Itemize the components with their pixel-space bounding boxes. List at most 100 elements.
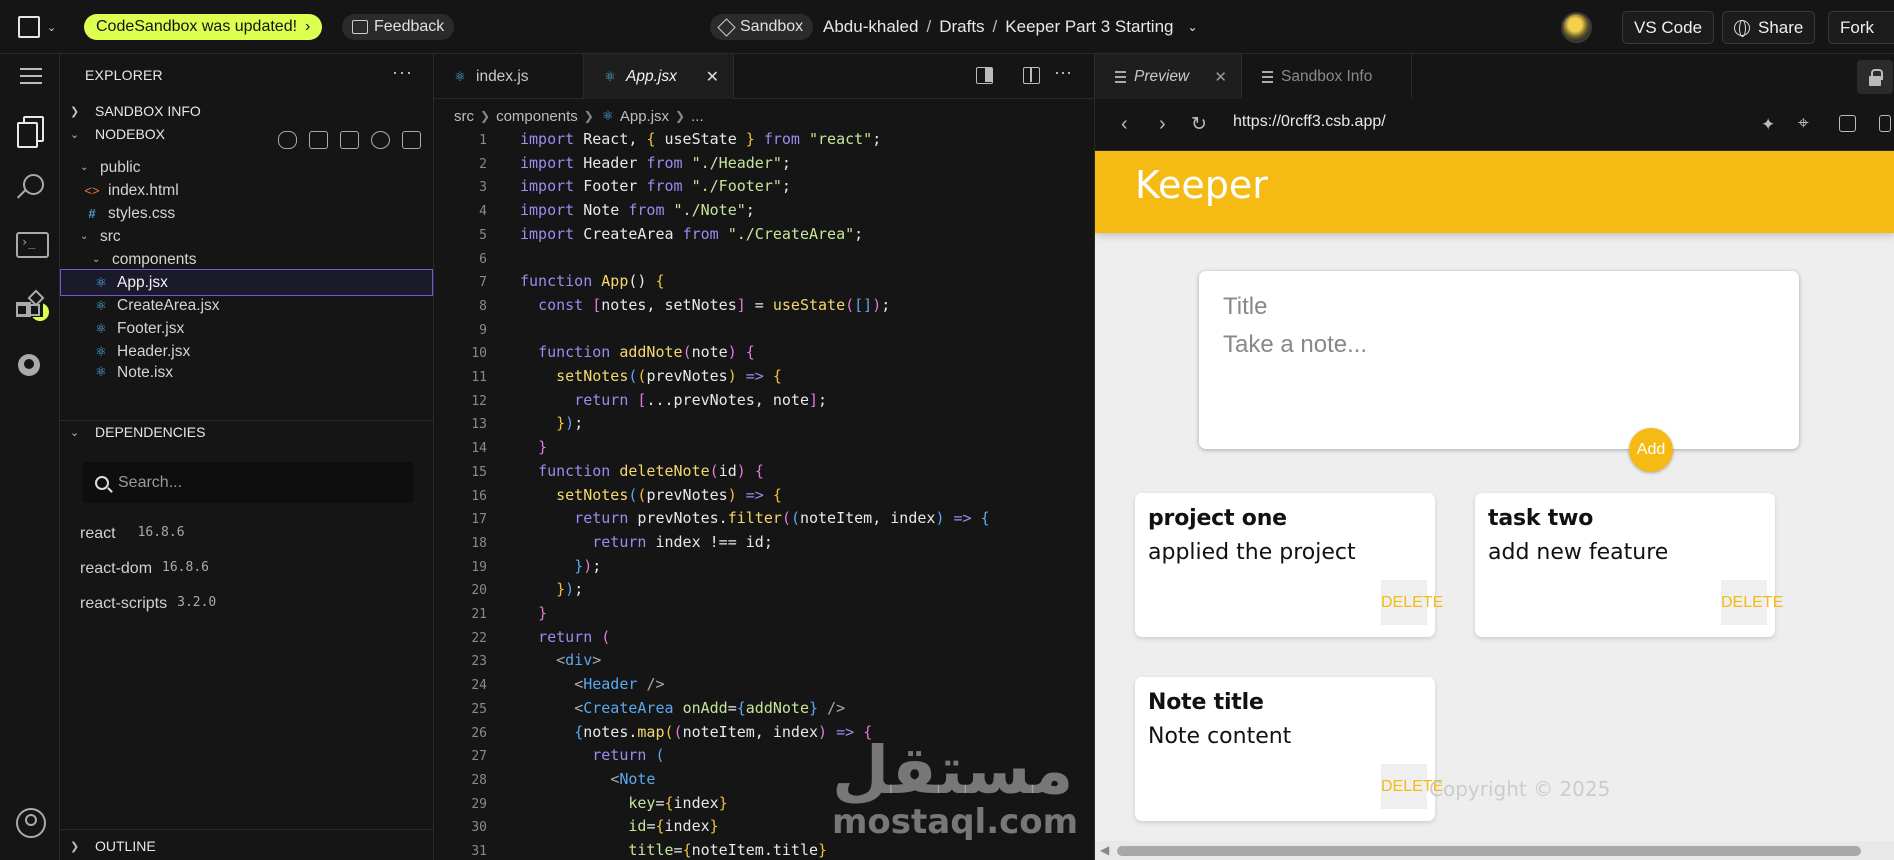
code-line: 6 xyxy=(434,249,1094,273)
line-number: 30 xyxy=(471,820,487,836)
terminal-icon[interactable] xyxy=(14,230,49,262)
line-number: 8 xyxy=(479,298,487,314)
note-title-input[interactable]: Title xyxy=(1223,293,1267,321)
breadcrumb-segment[interactable]: src xyxy=(454,108,474,125)
tab-sandbox-info[interactable]: Sandbox Info xyxy=(1242,54,1412,99)
sandbox-info-section[interactable]: ❯ SANDBOX INFO xyxy=(70,100,201,122)
feedback-button[interactable]: Feedback xyxy=(342,14,455,40)
breadcrumb-folder[interactable]: Drafts xyxy=(939,17,984,37)
dependency-item[interactable]: react-scripts 3.2.0 xyxy=(80,595,216,613)
forward-icon[interactable]: › xyxy=(1159,113,1166,136)
code-line: 15 function deleteNote(id) { xyxy=(434,462,1094,486)
breadcrumb-sandbox-name[interactable]: Keeper Part 3 Starting xyxy=(1005,17,1173,37)
line-number: 1 xyxy=(479,133,487,148)
breadcrumb-owner[interactable]: Abdu-khaled xyxy=(823,17,918,37)
code-line: 21 } xyxy=(434,604,1094,628)
tab-label: Sandbox Info xyxy=(1281,67,1373,85)
preview-url-bar: ‹ › ↻ https://0rcff3.csb.app/ ✦ ⌖ xyxy=(1095,99,1894,151)
close-icon[interactable]: ✕ xyxy=(706,67,719,87)
code-line: 22 return ( xyxy=(434,628,1094,652)
globe-icon xyxy=(1734,19,1750,37)
preview-url-input[interactable]: https://0rcff3.csb.app/ xyxy=(1233,113,1386,131)
tab-app-jsx[interactable]: ⚛ App.jsx ✕ xyxy=(584,54,734,99)
sparkle-icon[interactable]: ✦ xyxy=(1761,115,1775,135)
react-file-icon: ⚛ xyxy=(95,274,107,290)
file-breadcrumb: src ❯ components ❯ ⚛ App.jsx ❯ ... xyxy=(454,104,704,128)
feedback-label: Feedback xyxy=(374,18,445,35)
new-folder-icon[interactable] xyxy=(340,131,359,149)
account-icon[interactable] xyxy=(14,806,46,838)
sandbox-info-label: SANDBOX INFO xyxy=(95,103,201,119)
new-file-icon[interactable] xyxy=(309,131,328,149)
tree-item-label: styles.css xyxy=(108,204,176,222)
breadcrumb-segment[interactable]: components xyxy=(496,108,578,125)
more-actions-icon[interactable]: ··· xyxy=(1054,62,1072,83)
code-line: 4 import Note from "./Note"; xyxy=(434,201,1094,225)
watermark-latin-text: mostaql.com xyxy=(832,802,1079,842)
activity-bar: 1 xyxy=(0,54,60,860)
crosshair-icon[interactable]: ⌖ xyxy=(1798,113,1809,135)
dependency-item[interactable]: react-dom 16.8.6 xyxy=(80,560,209,578)
refresh-icon[interactable]: ↻ xyxy=(1191,113,1207,136)
extensions-icon[interactable] xyxy=(14,289,46,324)
scrollbar-thumb[interactable] xyxy=(1117,846,1861,856)
tab-index-js[interactable]: ⚛ index.js xyxy=(434,54,584,99)
dependency-item[interactable]: react 16.8.6 xyxy=(80,525,185,543)
split-editor-icon[interactable] xyxy=(1023,67,1040,84)
files-icon[interactable] xyxy=(14,114,46,148)
breadcrumb-separator: / xyxy=(992,17,998,36)
keeper-app-title: Keeper xyxy=(1135,163,1268,207)
extensions-icon-part xyxy=(28,304,40,316)
note-title: project one xyxy=(1148,506,1287,531)
code-line: 24 <Header /> xyxy=(434,675,1094,699)
tree-file-note-jsx[interactable]: ⚛ Note.jsx xyxy=(60,361,433,377)
dependency-search-input[interactable]: Search... xyxy=(83,462,413,503)
vscode-button[interactable]: VS Code xyxy=(1622,11,1715,44)
add-note-button[interactable]: Add xyxy=(1629,428,1673,472)
delete-note-button[interactable]: DELETE xyxy=(1721,580,1783,625)
console-icon[interactable] xyxy=(1839,115,1856,132)
delete-note-button[interactable]: DELETE xyxy=(1381,580,1443,625)
update-notice-button[interactable]: CodeSandbox was updated! › xyxy=(84,14,323,40)
nodebox-section[interactable]: ⌄ NODEBOX xyxy=(70,123,165,145)
chevron-right-icon: › xyxy=(305,18,311,35)
workspace-menu-button[interactable]: ⌄ xyxy=(18,0,56,54)
close-icon[interactable]: ✕ xyxy=(1214,68,1227,86)
refresh-icon[interactable] xyxy=(371,131,390,149)
outline-section[interactable]: ❯ OUTLINE xyxy=(70,835,156,857)
sandbox-badge[interactable]: Sandbox xyxy=(710,14,814,40)
back-icon[interactable]: ‹ xyxy=(1121,113,1128,136)
avatar[interactable] xyxy=(1561,12,1592,43)
code-line: 19 }); xyxy=(434,557,1094,581)
search-icon[interactable] xyxy=(14,171,46,203)
extensions-icon-part xyxy=(16,304,28,316)
more-actions-icon[interactable]: ··· xyxy=(392,62,413,83)
note-content: add new feature xyxy=(1488,540,1669,565)
open-external-icon[interactable] xyxy=(1879,115,1891,132)
github-icon[interactable] xyxy=(14,350,46,382)
share-button[interactable]: Share xyxy=(1722,11,1816,44)
create-note-form: Title Take a note... xyxy=(1199,271,1799,449)
toggle-panel-icon[interactable] xyxy=(976,67,993,84)
menu-icon[interactable] xyxy=(20,68,42,84)
lock-icon[interactable] xyxy=(1857,60,1893,94)
note-content-textarea[interactable]: Take a note... xyxy=(1223,331,1367,359)
breadcrumb-segment[interactable]: App.jsx xyxy=(620,108,669,125)
tree-item-label: index.html xyxy=(108,181,179,199)
chevron-down-icon[interactable]: ⌄ xyxy=(1188,20,1198,34)
line-number: 20 xyxy=(471,583,487,599)
collapse-all-icon[interactable] xyxy=(402,131,421,149)
breadcrumb[interactable]: Abdu-khaled / Drafts / Keeper Part 3 Sta… xyxy=(823,0,1198,54)
codesandbox-logo-icon xyxy=(18,16,40,38)
scroll-left-icon[interactable]: ◀ xyxy=(1100,843,1109,857)
preview-horizontal-scrollbar[interactable]: ◀ xyxy=(1095,841,1894,860)
breadcrumb-segment[interactable]: ... xyxy=(691,108,704,125)
fork-button[interactable]: Fork xyxy=(1828,11,1894,44)
tab-preview[interactable]: Preview ✕ xyxy=(1095,54,1242,99)
download-icon[interactable] xyxy=(278,131,297,149)
line-number: 19 xyxy=(471,559,487,575)
code-line: 7 function App() { xyxy=(434,272,1094,296)
line-number: 28 xyxy=(471,772,487,788)
delete-note-button[interactable]: DELETE xyxy=(1381,764,1443,809)
dependencies-section[interactable]: ⌄ DEPENDENCIES xyxy=(70,421,205,443)
